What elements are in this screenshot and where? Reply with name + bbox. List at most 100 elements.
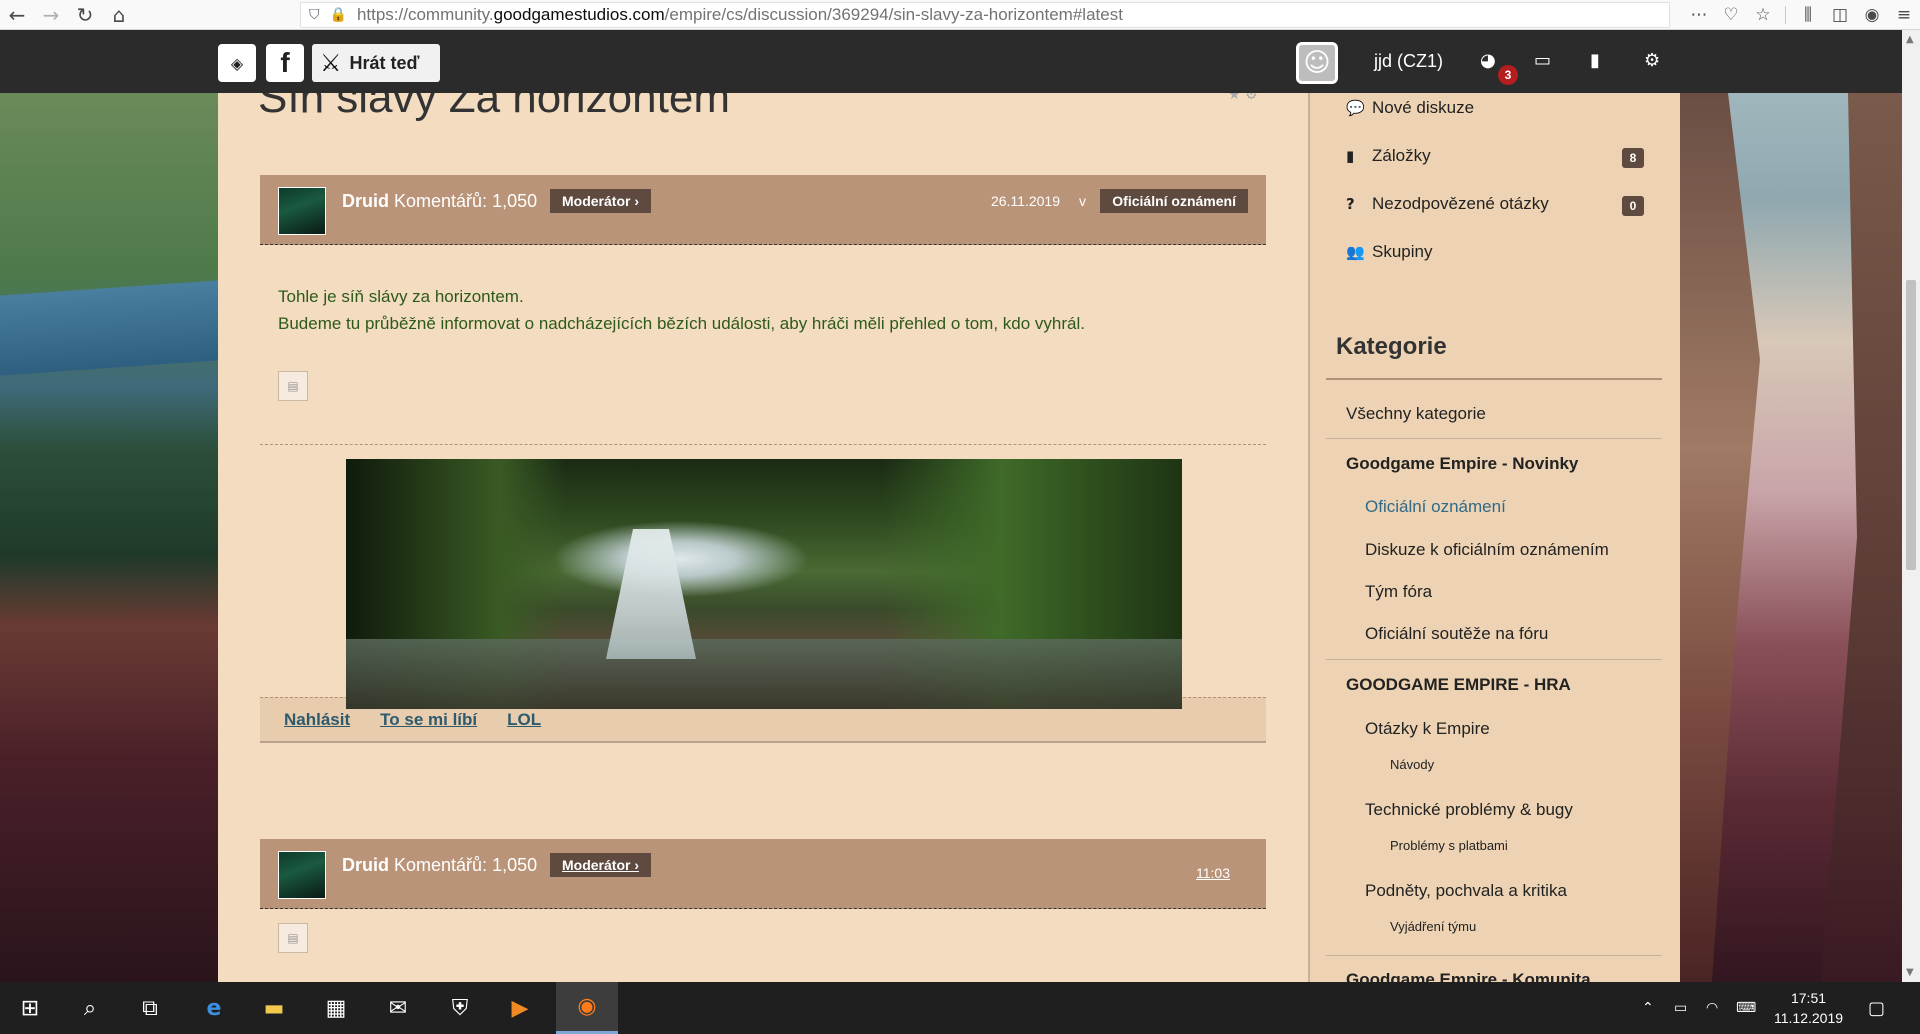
background-river <box>0 280 218 376</box>
task-view-icon[interactable]: ⧉ <box>120 982 180 1034</box>
category-official[interactable]: Oficiální oznámení <box>1365 497 1506 517</box>
sidebar: 💬 Nové diskuze ▮ Záložky 8 ? Nezodpověze… <box>1308 93 1680 982</box>
divider <box>1326 378 1662 380</box>
scroll-up-icon[interactable]: ▲ <box>1906 34 1914 45</box>
category-community-group[interactable]: Goodgame Empire - Komunita <box>1346 970 1591 982</box>
category-team[interactable]: Tým fóra <box>1365 582 1432 602</box>
settings-gear-icon[interactable]: ⚙ <box>1644 50 1660 71</box>
account-icon[interactable]: ◉ <box>1856 0 1888 30</box>
menu-icon[interactable]: ≡ <box>1888 0 1920 30</box>
firefox-icon[interactable]: ◉ <box>556 982 618 1034</box>
broken-image-icon: ▤ <box>278 371 308 401</box>
author-name[interactable]: Druid <box>342 191 389 211</box>
pocket-icon[interactable]: ♡ <box>1715 0 1747 30</box>
sidebar-item-label: Nové diskuze <box>1372 98 1475 117</box>
category-feedback[interactable]: Podněty, pochvala a kritika <box>1365 881 1567 901</box>
post: Druid Komentářů: 1,050 Moderátor › 11:03… <box>260 839 1266 982</box>
inbox-icon[interactable]: ▭ <box>1534 50 1551 71</box>
discussion-options-icon[interactable]: ★ ⚙ <box>1228 93 1258 103</box>
bookmark-icon[interactable]: ▮ <box>1590 50 1600 71</box>
like-link[interactable]: To se mi líbí <box>380 710 477 730</box>
sidebar-item-new-discussions[interactable]: 💬 Nové diskuze <box>1346 98 1474 118</box>
play-now-label: Hrát teď <box>349 52 420 73</box>
scrollbar-thumb[interactable] <box>1906 280 1916 570</box>
mail-icon[interactable]: ✉ <box>368 982 428 1034</box>
post-date[interactable]: 11:03 <box>1196 865 1230 881</box>
media-player-icon[interactable]: ▶ <box>490 982 550 1034</box>
post-author[interactable]: Druid Komentářů: 1,050 <box>342 191 537 212</box>
background-cliff <box>1680 93 1760 982</box>
author-name[interactable]: Druid <box>342 855 389 875</box>
system-clock[interactable]: 17:51 11.12.2019 <box>1774 988 1843 1028</box>
scroll-down-icon[interactable]: ▼ <box>1906 967 1914 978</box>
action-center-icon[interactable]: ▢ <box>1868 982 1885 1034</box>
category-all[interactable]: Všechny kategorie <box>1346 404 1486 424</box>
sidebar-item-label: Záložky <box>1372 146 1431 165</box>
divider <box>1326 438 1662 439</box>
report-link[interactable]: Nahlásit <box>284 710 350 730</box>
category-guides[interactable]: Návody <box>1390 757 1434 772</box>
category-questions[interactable]: Otázky k Empire <box>1365 719 1490 739</box>
back-icon[interactable]: ← <box>0 0 34 30</box>
show-hidden-icons-icon[interactable]: ⌃ <box>1642 982 1654 1034</box>
battery-icon[interactable]: ▭ <box>1674 982 1687 1034</box>
username[interactable]: jjd (CZ1) <box>1374 51 1443 72</box>
sidebar-item-bookmarks[interactable]: ▮ Záložky <box>1346 146 1431 166</box>
category-news-group[interactable]: Goodgame Empire - Novinky <box>1346 454 1578 474</box>
security-icon[interactable]: ⛨ <box>430 982 490 1034</box>
user-avatar[interactable]: ☺ <box>1296 42 1338 84</box>
page-title: Síň slávy Za horizontem <box>258 93 730 122</box>
wifi-icon[interactable]: ◠ <box>1706 982 1718 1034</box>
facebook-icon[interactable]: f <box>266 44 304 82</box>
lock-icon[interactable]: 🔒 <box>330 7 347 23</box>
library-icon[interactable]: ⫼ <box>1792 0 1824 30</box>
sidebar-icon[interactable]: ◫ <box>1824 0 1856 30</box>
category-payments[interactable]: Problémy s platbami <box>1390 838 1508 853</box>
search-icon[interactable]: ⌕ <box>60 982 120 1034</box>
reload-icon[interactable]: ↻ <box>68 0 102 30</box>
edge-icon[interactable]: e <box>184 982 244 1034</box>
category-tag[interactable]: Oficiální oznámení <box>1100 189 1248 213</box>
broken-image-icon: ▤ <box>278 923 308 953</box>
category-official-discussion[interactable]: Diskuze k oficiálním oznámením <box>1365 540 1609 560</box>
unanswered-count-badge: 0 <box>1622 196 1644 216</box>
post-date[interactable]: 26.11.2019 <box>991 193 1060 209</box>
file-explorer-icon[interactable]: ▬ <box>244 982 304 1034</box>
url-text[interactable]: https://community.goodgamestudios.com/em… <box>357 5 1123 25</box>
toolbar-divider <box>1785 6 1786 24</box>
author-avatar[interactable] <box>278 851 326 899</box>
post-image-container <box>260 445 1266 709</box>
play-now-button[interactable]: ⚔ Hrát teď <box>312 44 440 82</box>
globe-icon[interactable]: ◕ <box>1480 50 1496 71</box>
category-team-statements[interactable]: Vyjádření týmu <box>1390 919 1476 934</box>
lol-link[interactable]: LOL <box>507 710 541 730</box>
category-contests[interactable]: Oficiální soutěže na fóru <box>1365 624 1548 644</box>
role-tag[interactable]: Moderátor › <box>550 853 651 877</box>
windows-taskbar: ⊞ ⌕ ⧉ e ▬ ▦ ✉ ⛨ ▶ ◉ ⌃ ▭ ◠ ⌨ 17:51 11.12.… <box>0 982 1920 1034</box>
keyboard-icon[interactable]: ⌨ <box>1736 982 1756 1034</box>
post-text-line: Tohle je síň slávy za horizontem. <box>278 287 524 306</box>
discussion-main: Síň slávy Za horizontem ★ ⚙ Druid Koment… <box>218 93 1308 982</box>
sidebar-item-unanswered[interactable]: ? Nezodpovězené otázky <box>1346 194 1549 214</box>
category-tech[interactable]: Technické problémy & bugy <box>1365 800 1573 820</box>
store-icon[interactable]: ▦ <box>306 982 366 1034</box>
post-author[interactable]: Druid Komentářů: 1,050 <box>342 855 537 876</box>
comments-icon: 💬 <box>1346 99 1365 117</box>
role-tag[interactable]: Moderátor › <box>550 189 651 213</box>
sidebar-item-groups[interactable]: 👥 Skupiny <box>1346 242 1432 262</box>
forward-icon[interactable]: → <box>34 0 68 30</box>
bookmark-icon: ▮ <box>1346 147 1355 165</box>
home-icon[interactable]: ⌂ <box>102 0 136 30</box>
windows-start-icon[interactable]: ⊞ <box>0 982 60 1034</box>
bookmarks-count-badge: 8 <box>1622 148 1644 168</box>
more-icon[interactable]: ⋯ <box>1683 0 1715 30</box>
star-icon[interactable]: ☆ <box>1747 0 1779 30</box>
notification-badge: 3 <box>1498 65 1518 85</box>
author-avatar[interactable] <box>278 187 326 235</box>
sidebar-item-label: Nezodpovězené otázky <box>1372 194 1549 213</box>
shield-icon[interactable]: ⛉ <box>309 7 320 23</box>
url-bar[interactable]: ⛉ 🔒 https://community.goodgamestudios.co… <box>300 2 1670 28</box>
ggs-logo-icon[interactable]: ◈ <box>218 44 256 82</box>
category-game-group[interactable]: GOODGAME EMPIRE - HRA <box>1346 675 1571 695</box>
page-scrollbar[interactable]: ▲ ▼ <box>1902 30 1920 982</box>
